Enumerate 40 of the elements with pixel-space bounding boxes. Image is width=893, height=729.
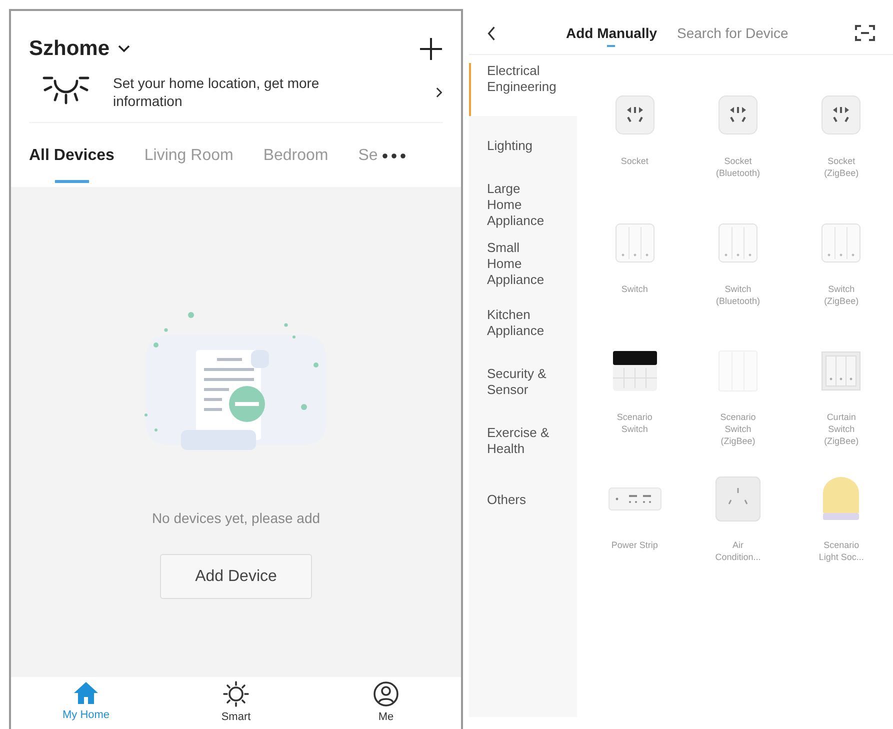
add-device-button[interactable]: Add Device	[160, 554, 312, 599]
room-tab[interactable]: All Devices	[29, 147, 114, 183]
device-label: Scenario Switch	[616, 411, 652, 435]
more-icon[interactable]	[382, 153, 406, 159]
location-prompt: Set your home location, get more information	[113, 74, 320, 110]
device-label: Switch (ZigBee)	[824, 283, 859, 307]
scan-icon[interactable]	[855, 24, 875, 42]
mode-tab[interactable]: Add Manually	[566, 25, 658, 47]
chevron-down-icon[interactable]	[118, 45, 130, 53]
switch-icon[interactable]	[821, 223, 862, 263]
device-label: Air Condition...	[715, 539, 761, 563]
location-banner[interactable]: Set your home location, get more information	[29, 64, 443, 123]
profile-icon	[373, 681, 399, 707]
socket-icon[interactable]	[614, 95, 655, 135]
home-icon	[73, 681, 99, 705]
switch-icon[interactable]	[614, 223, 655, 263]
device-label: Power Strip	[611, 539, 658, 551]
nav-tab[interactable]: Smart	[176, 681, 296, 729]
device-label: Socket (ZigBee)	[824, 155, 859, 179]
device-label: Switch (Bluetooth)	[716, 283, 760, 307]
curtain-switch-icon[interactable]	[821, 351, 862, 391]
device-label: Socket	[620, 155, 648, 167]
device-label: Curtain Switch (ZigBee)	[824, 411, 859, 447]
add-icon[interactable]	[419, 37, 443, 61]
socket-icon[interactable]	[718, 95, 758, 135]
device-label: Scenario Light Soc...	[818, 539, 864, 563]
device-label: Scenario Switch (ZigBee)	[720, 411, 756, 447]
device-label: Switch	[621, 283, 648, 295]
mode-tab[interactable]: Search for Device	[677, 25, 788, 47]
switch-icon[interactable]	[718, 223, 758, 263]
back-icon[interactable]	[487, 26, 496, 40]
home-title[interactable]: Szhome	[29, 37, 110, 61]
socket-icon[interactable]	[821, 95, 862, 135]
category-item[interactable]: Electrical Engineering	[469, 63, 577, 116]
sun-icon	[223, 681, 249, 707]
scene-panel-icon[interactable]	[612, 350, 658, 392]
empty-message: No devices yet, please add	[152, 510, 320, 526]
nav-tab[interactable]: Me	[326, 681, 446, 729]
chevron-right-icon	[436, 86, 443, 98]
device-label: Socket (Bluetooth)	[716, 155, 760, 179]
